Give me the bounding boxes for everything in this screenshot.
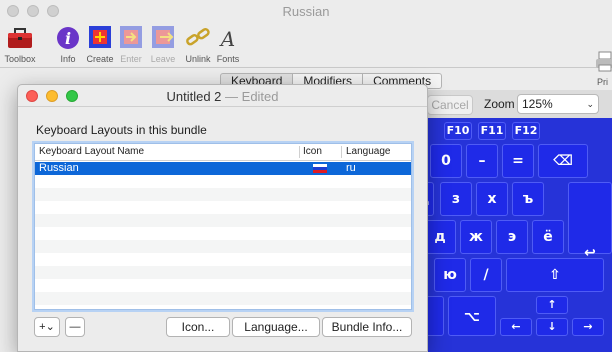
- print-label: Pri: [597, 77, 608, 87]
- bundle-button-bar: +⌄ — Icon... Language... Bundle Info...: [18, 317, 427, 347]
- key-z[interactable]: з: [440, 182, 472, 216]
- empty-row: [35, 240, 411, 253]
- unlink-icon: [183, 25, 213, 51]
- key-zh[interactable]: ж: [460, 220, 492, 254]
- key-0[interactable]: 0: [430, 144, 462, 178]
- key-slash[interactable]: /: [470, 258, 502, 292]
- window-titlebar: Russian: [0, 0, 612, 22]
- key-up-arrow[interactable]: ↑: [536, 296, 568, 314]
- key-equals[interactable]: =: [502, 144, 534, 178]
- svg-text:A: A: [219, 27, 235, 51]
- printer-icon[interactable]: [596, 50, 612, 72]
- empty-row: [35, 188, 411, 201]
- empty-row: [35, 279, 411, 292]
- key-e[interactable]: э: [496, 220, 528, 254]
- remove-layout-button[interactable]: —: [65, 317, 85, 337]
- empty-row: [35, 292, 411, 305]
- bundle-window: Untitled 2 — Edited Keyboard Layouts in …: [17, 84, 428, 352]
- language-cell: ru: [346, 162, 356, 174]
- cancel-button[interactable]: Cancel: [427, 95, 473, 115]
- toolbox-button[interactable]: Toolbox: [3, 25, 37, 64]
- key-f12[interactable]: F12: [512, 122, 540, 140]
- zoom-select[interactable]: 125% ⌄: [517, 94, 599, 114]
- bundle-info-button[interactable]: Bundle Info...: [322, 317, 412, 337]
- key-hard-sign[interactable]: ъ: [512, 182, 544, 216]
- toolbar: Toolbox i Info Create Enter Leave Unlink…: [0, 22, 612, 87]
- empty-row: [35, 227, 411, 240]
- unlink-button[interactable]: Unlink: [181, 25, 215, 64]
- key-kh[interactable]: х: [476, 182, 508, 216]
- key-delete[interactable]: ⌫: [538, 144, 588, 178]
- fonts-label: Fonts: [216, 54, 240, 64]
- leave-button[interactable]: Leave: [146, 25, 180, 64]
- icon-button[interactable]: Icon...: [166, 317, 230, 337]
- key-yo[interactable]: ё: [532, 220, 564, 254]
- chevron-down-icon: ⌄: [586, 99, 594, 109]
- empty-row: [35, 175, 411, 188]
- column-header-name[interactable]: Keyboard Layout Name: [39, 146, 144, 157]
- enter-label: Enter: [120, 54, 142, 64]
- key-option[interactable]: ⌥: [448, 296, 496, 336]
- key-right-arrow[interactable]: →: [572, 318, 604, 336]
- bundle-window-titlebar: Untitled 2 — Edited: [18, 85, 427, 107]
- column-header-icon[interactable]: Icon: [303, 146, 322, 157]
- svg-text:i: i: [65, 29, 71, 48]
- enter-icon: [116, 25, 146, 51]
- keyboard-view: F10 F11 F12 0 – = ⌫ ц з х ъ д ж э ё ↩ ю …: [414, 118, 612, 352]
- empty-row: [35, 201, 411, 214]
- layout-name-cell: Russian: [39, 162, 79, 174]
- info-icon: i: [53, 25, 83, 51]
- window-title: Russian: [282, 4, 330, 19]
- section-title: Keyboard Layouts in this bundle: [36, 123, 207, 137]
- language-button[interactable]: Language...: [232, 317, 320, 337]
- edited-indicator: — Edited: [225, 89, 279, 104]
- table-row[interactable]: Russian ru: [35, 162, 411, 175]
- column-header-language[interactable]: Language: [346, 146, 391, 157]
- key-f10[interactable]: F10: [444, 122, 472, 140]
- table-header: Keyboard Layout Name Icon Language: [35, 144, 411, 161]
- fonts-icon: A: [213, 25, 243, 51]
- key-shift[interactable]: ⇧: [506, 258, 604, 292]
- column-divider: [341, 146, 342, 158]
- info-label: Info: [60, 54, 76, 64]
- create-label: Create: [86, 54, 114, 64]
- key-down-arrow[interactable]: ↓: [536, 318, 568, 336]
- leave-label: Leave: [150, 54, 176, 64]
- zoom-value: 125%: [522, 97, 553, 111]
- layouts-table[interactable]: Keyboard Layout Name Icon Language Russi…: [34, 143, 412, 310]
- key-f11[interactable]: F11: [478, 122, 506, 140]
- key-yu[interactable]: ю: [434, 258, 466, 292]
- key-minus[interactable]: –: [466, 144, 498, 178]
- key-left-arrow[interactable]: ←: [500, 318, 532, 336]
- column-divider: [299, 146, 300, 158]
- russian-flag-icon: [313, 164, 327, 173]
- unlink-label: Unlink: [185, 54, 211, 64]
- key-d[interactable]: д: [424, 220, 456, 254]
- empty-row: [35, 266, 411, 279]
- zoom-label: Zoom: [484, 97, 515, 111]
- bundle-window-title: Untitled 2 — Edited: [18, 89, 427, 104]
- enter-button[interactable]: Enter: [114, 25, 148, 64]
- create-button[interactable]: Create: [83, 25, 117, 64]
- info-button[interactable]: i Info: [51, 25, 85, 64]
- key-return[interactable]: ↩: [568, 182, 612, 261]
- leave-icon: [148, 25, 178, 51]
- create-icon: [85, 25, 115, 51]
- empty-row: [35, 214, 411, 227]
- add-layout-button[interactable]: +⌄: [34, 317, 60, 337]
- empty-row: [35, 253, 411, 266]
- bundle-title-text: Untitled 2: [166, 89, 222, 104]
- toolbox-icon: [5, 25, 35, 51]
- toolbox-label: Toolbox: [4, 54, 36, 64]
- fonts-button[interactable]: A Fonts: [211, 25, 245, 64]
